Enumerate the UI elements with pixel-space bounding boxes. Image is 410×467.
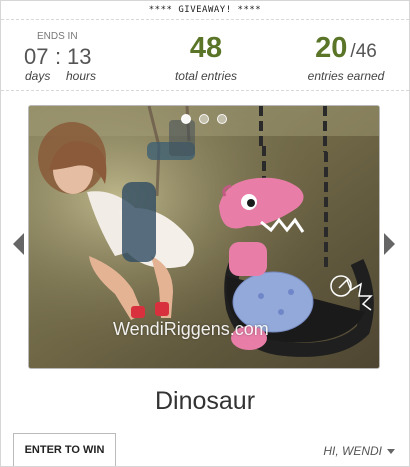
enter-to-win-tab[interactable]: ENTER TO WIN bbox=[13, 433, 116, 466]
total-entries-count: 48 bbox=[189, 32, 223, 64]
entries-earned-total: 46 bbox=[355, 41, 377, 62]
giveaway-widget: **** GIVEAWAY! **** ENDS IN 07 : 13 days… bbox=[0, 0, 410, 467]
next-slide-arrow-icon[interactable] bbox=[384, 233, 395, 255]
previous-slide-arrow-icon[interactable] bbox=[13, 233, 24, 255]
prize-image: WendiRiggens.com bbox=[28, 105, 380, 369]
prize-title: Dinosaur bbox=[154, 387, 256, 415]
total-entries-label: total entries bbox=[174, 69, 238, 83]
total-entries: 48 total entries bbox=[141, 20, 271, 92]
slide-dot-3[interactable] bbox=[217, 114, 227, 124]
footer-bar: ENTER TO WIN HI, WENDI bbox=[1, 433, 409, 466]
countdown-days-label: days bbox=[25, 69, 51, 83]
photo-watermark: WendiRiggens.com bbox=[113, 319, 269, 339]
countdown-hours: 13 bbox=[67, 44, 92, 69]
countdown: ENDS IN 07 : 13 days hours bbox=[1, 20, 129, 92]
entries-earned: 20/46 entries earned bbox=[286, 20, 406, 92]
slide-dot-2[interactable] bbox=[199, 114, 209, 124]
slide-dots bbox=[29, 111, 379, 129]
entries-earned-label: entries earned bbox=[307, 69, 385, 83]
slide-dot-1[interactable] bbox=[181, 114, 191, 124]
countdown-hours-label: hours bbox=[66, 69, 97, 83]
countdown-days: 07 bbox=[24, 44, 49, 69]
giveaway-banner: **** GIVEAWAY! **** bbox=[148, 5, 262, 15]
chevron-down-icon bbox=[387, 449, 395, 455]
countdown-separator: : bbox=[55, 44, 62, 69]
user-menu[interactable]: HI, WENDI bbox=[323, 444, 395, 458]
user-greeting: HI, WENDI bbox=[323, 444, 382, 458]
entries-earned-count: 20 bbox=[315, 32, 348, 64]
stats-bar: ENDS IN 07 : 13 days hours 48 total entr… bbox=[1, 19, 409, 91]
entries-earned-line: 20/46 bbox=[286, 32, 406, 65]
countdown-label: ENDS IN bbox=[37, 31, 78, 42]
